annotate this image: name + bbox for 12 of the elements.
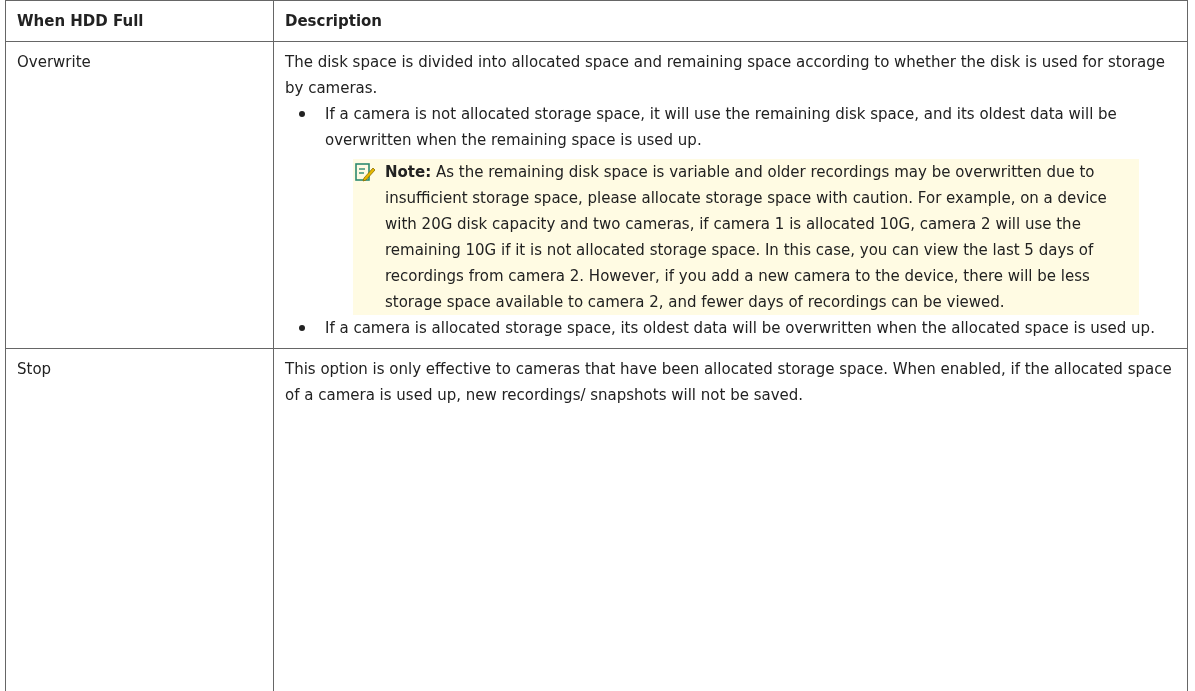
bullet-dot — [299, 325, 305, 331]
note-pencil-icon — [355, 162, 375, 182]
bullet-text: If a camera is not allocated storage space, it will use the remaining disk space, and its oldest data will be overwritten when the remaining space is used up. — [325, 104, 1118, 151]
column-header: Description — [274, 1, 1188, 42]
bullet-text: If a camera is allocated storage space, its oldest data will be overwritten when the allocated space is used up. — [325, 318, 1156, 339]
column-header: When HDD Full — [6, 1, 274, 42]
description-text: The disk space is divided into allocated space and remaining space according to whether the disk is used for storage by cameras. — [285, 52, 1166, 99]
table-cell: Overwrite — [6, 42, 274, 349]
note-text: Note: As the remaining disk space is variable and older recordings may be overwritten due to insufficient storage space, please allocate storage space with caution. For example, on a device with 20G disk capacity and two cameras, if camera 1 is allocated 10G, camera 2 will use the remaining 10G if it is not allocated storage space. In this case, you can view the last 5 days of recordings from camera 2. However, if you add a new camera to the device, there will be less storage space available to camera 2, and fewer days of recordings can be viewed. — [385, 162, 1108, 313]
description-text: This option is only effective to cameras that have been allocated storage space. When enabled, if the allocated space of a camera is used up, new recordings/ snapshots will not be saved. — [285, 359, 1173, 406]
table-cell: Stop — [6, 349, 274, 691]
bullet-dot — [299, 111, 305, 117]
